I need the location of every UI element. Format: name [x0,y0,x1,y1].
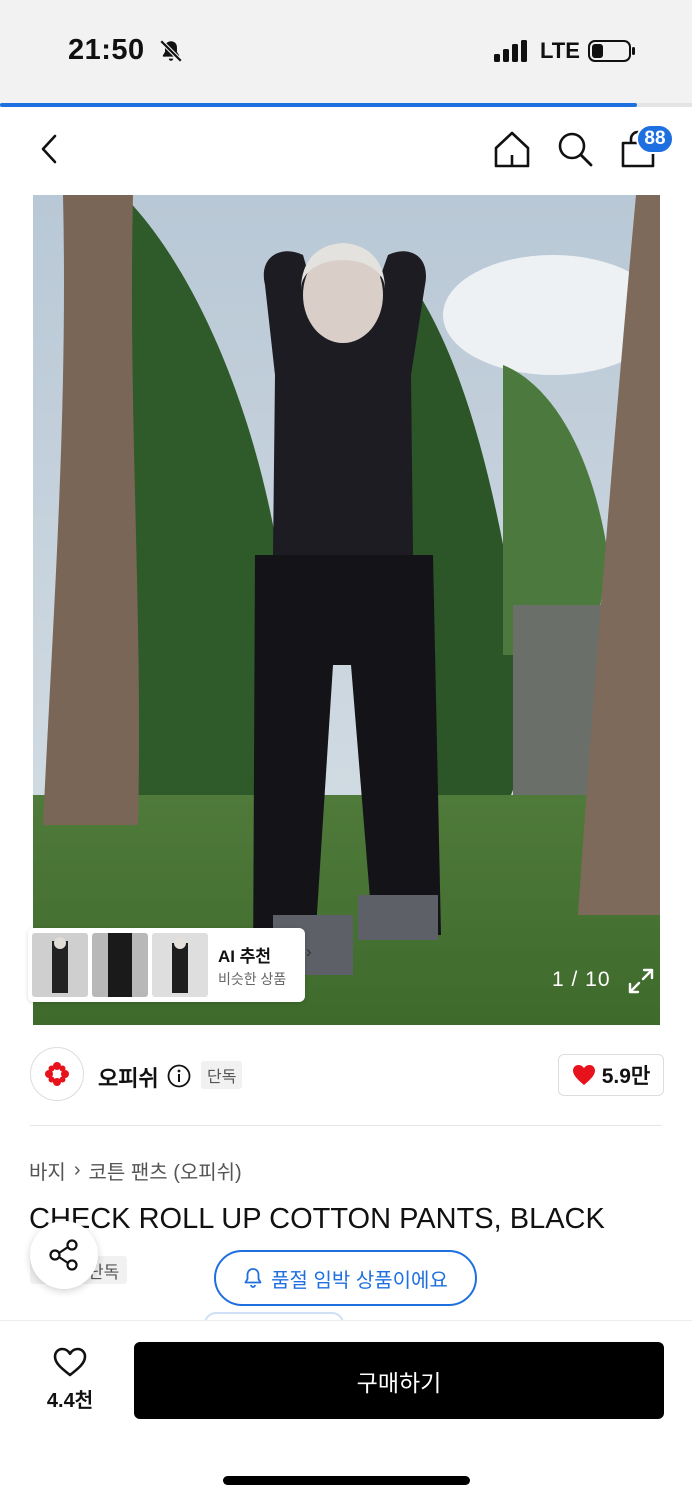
battery-icon [588,40,635,62]
status-time: 21:50 [68,34,145,66]
ai-recommend-thumbnail[interactable] [92,933,148,997]
breadcrumb: 바지 › 코튼 팬츠 (오피쉬) [29,1156,242,1185]
divider [30,1125,662,1126]
heart-outline-icon [53,1347,87,1377]
ai-recommend-title: AI 추천 [218,947,272,966]
heart-filled-icon [572,1065,595,1085]
top-nav [0,107,692,195]
brand-like-count: 5.9만 [601,1065,651,1088]
home-indicator [223,1476,470,1485]
brand-like-button[interactable]: 5.9만 [558,1054,664,1096]
wishlist-button[interactable]: 4.4천 [40,1346,100,1416]
ai-recommend-subtitle: 비슷한 상품 [218,971,287,987]
ai-recommend-card[interactable]: AI 추천 › 비슷한 상품 [28,928,312,1002]
share-icon [49,1239,78,1271]
info-icon[interactable] [167,1064,191,1088]
search-icon [558,132,593,167]
bell-icon [244,1268,262,1288]
bell-muted-icon [159,39,183,63]
back-button[interactable] [26,125,74,173]
brand-flower-icon [45,1062,69,1086]
soldout-soon-text: 품절 임박 상품이에요 [271,1269,448,1292]
share-button[interactable] [30,1221,98,1289]
breadcrumb-item[interactable]: 바지 [29,1156,66,1185]
ai-recommend-thumbnail[interactable] [32,933,88,997]
chevron-right-icon: › [306,942,312,961]
buy-button[interactable]: 구매하기 [134,1342,664,1419]
breadcrumb-separator: › [73,1159,81,1181]
exclusive-tag: 단독 [201,1061,243,1089]
home-button[interactable] [488,125,536,173]
product-image-gallery[interactable] [33,195,660,1025]
search-button[interactable] [551,125,599,173]
status-bar: 21:50 LTE [0,0,692,104]
expand-icon[interactable] [626,966,656,996]
cart-count-badge: 88 [636,124,674,154]
home-icon [494,131,530,168]
ai-recommend-thumbnail[interactable] [152,933,208,997]
gallery-page-indicator: 1 / 10 [552,968,611,991]
signal-icon [494,40,527,62]
product-photo [33,195,660,1025]
soldout-soon-toast: 품절 임박 상품이에요 [214,1250,477,1306]
brand-logo[interactable] [30,1047,84,1101]
product-title: CHECK ROLL UP COTTON PANTS, BLACK [29,1203,605,1235]
chevron-left-icon [41,134,57,164]
brand-name[interactable]: 오피쉬 [98,1061,159,1093]
wishlist-count: 4.4천 [46,1390,94,1412]
breadcrumb-item[interactable]: 코튼 팬츠 (오피쉬) [88,1156,241,1185]
network-label: LTE [540,38,580,63]
